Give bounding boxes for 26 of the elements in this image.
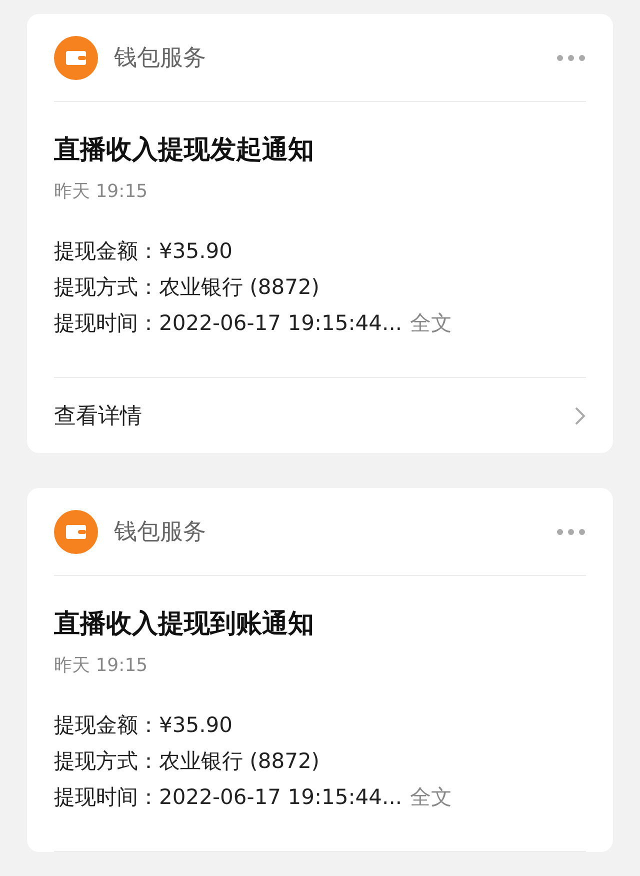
more-icon[interactable] <box>556 528 586 536</box>
field-value: 农业银行 (8872) <box>159 748 320 775</box>
wallet-icon <box>54 36 98 80</box>
more-icon[interactable] <box>556 54 586 62</box>
full-text-link[interactable]: 全文 <box>410 309 452 337</box>
field-label: 提现时间： <box>54 784 159 811</box>
wallet-icon <box>54 510 98 554</box>
chevron-right-icon <box>574 406 586 426</box>
field-label: 提现方式： <box>54 274 159 301</box>
field-label: 提现金额： <box>54 238 159 265</box>
service-name: 钱包服务 <box>114 44 207 73</box>
full-text-link[interactable]: 全文 <box>410 783 452 811</box>
view-details-button[interactable]: 查看详情 <box>54 378 586 453</box>
field-value: 农业银行 (8872) <box>159 274 320 301</box>
notification-time: 昨天 19:15 <box>54 180 149 203</box>
field-value: 2022-06-17 19:15:44... <box>159 311 402 335</box>
notification-title: 直播收入提现到账通知 <box>54 608 315 641</box>
field-label: 提现方式： <box>54 748 159 775</box>
service-name: 钱包服务 <box>114 518 207 547</box>
notification-time: 昨天 19:15 <box>54 654 149 677</box>
field-value: ¥35.90 <box>159 239 232 263</box>
field-value: ¥35.90 <box>159 713 232 737</box>
notification-title: 直播收入提现发起通知 <box>54 134 315 167</box>
field-label: 提现时间： <box>54 310 159 337</box>
field-value: 2022-06-17 19:15:44... <box>159 785 402 809</box>
field-label: 提现金额： <box>54 712 159 739</box>
